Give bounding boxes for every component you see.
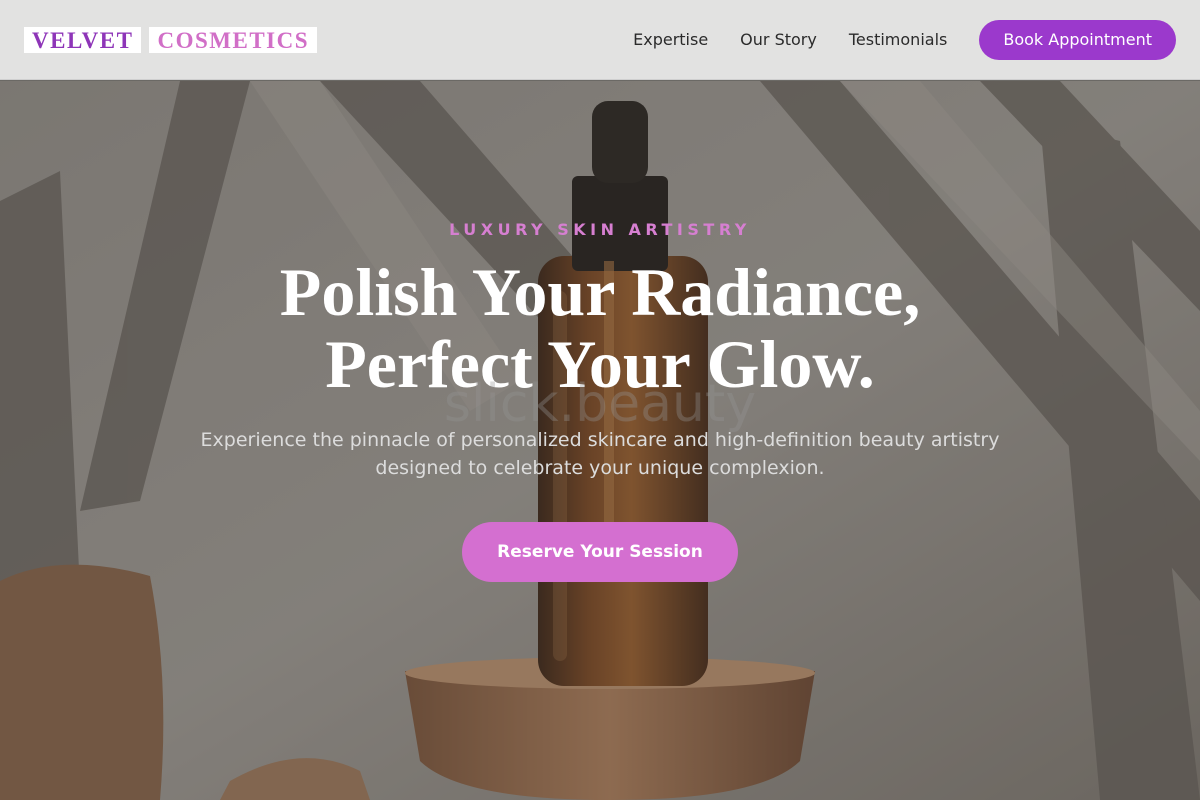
reserve-session-button[interactable]: Reserve Your Session [462, 522, 738, 582]
hero-eyebrow: LUXURY SKIN ARTISTRY [449, 220, 751, 239]
logo-word-cosmetics: COSMETICS [149, 26, 318, 53]
nav-link-testimonials[interactable]: Testimonials [849, 30, 948, 49]
nav-link-expertise[interactable]: Expertise [633, 30, 708, 49]
image-watermark: slick.beauty [443, 374, 757, 434]
hero-section: LUXURY SKIN ARTISTRY Polish Your Radianc… [0, 81, 1200, 800]
headline-line-1: Polish Your Radiance, [279, 254, 921, 330]
hero-subtext: Experience the pinnacle of personalized … [200, 429, 1000, 479]
site-header: VELVET COSMETICS Expertise Our Story Tes… [0, 0, 1200, 80]
book-appointment-button[interactable]: Book Appointment [979, 19, 1176, 60]
nav-link-our-story[interactable]: Our Story [740, 30, 817, 49]
logo-word-velvet: VELVET [24, 26, 142, 53]
main-nav: Expertise Our Story Testimonials Book Ap… [601, 19, 1176, 60]
brand-logo[interactable]: VELVET COSMETICS [24, 26, 318, 53]
